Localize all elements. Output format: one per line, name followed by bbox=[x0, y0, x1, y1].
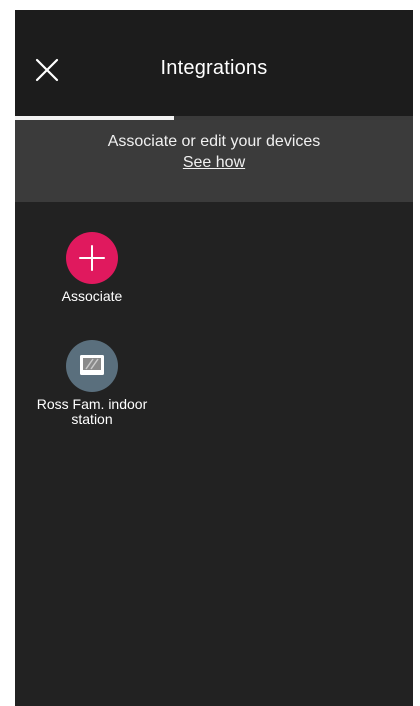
associate-tile[interactable]: Associate bbox=[17, 232, 167, 304]
plus-icon bbox=[79, 245, 105, 271]
indoor-station-icon bbox=[80, 355, 104, 375]
info-banner: Associate or edit your devices See how bbox=[15, 120, 413, 202]
associate-label: Associate bbox=[61, 288, 123, 304]
device-label-line-1: Ross Fam. indoor bbox=[36, 396, 148, 412]
device-button[interactable] bbox=[66, 340, 118, 392]
see-how-link-wrapper: See how bbox=[15, 154, 413, 172]
top-bar: Integrations bbox=[15, 10, 413, 120]
device-label: Ross Fam. indoor station bbox=[17, 397, 167, 427]
see-how-link[interactable]: See how bbox=[183, 154, 245, 171]
app-screen: Integrations Associate or edit your devi… bbox=[15, 10, 413, 706]
device-label-line-2: station bbox=[71, 411, 113, 427]
associate-button[interactable] bbox=[66, 232, 118, 284]
page-title: Integrations bbox=[160, 57, 268, 79]
banner-text: Associate or edit your devices bbox=[107, 133, 321, 150]
device-tile[interactable]: Ross Fam. indoor station bbox=[17, 340, 167, 427]
